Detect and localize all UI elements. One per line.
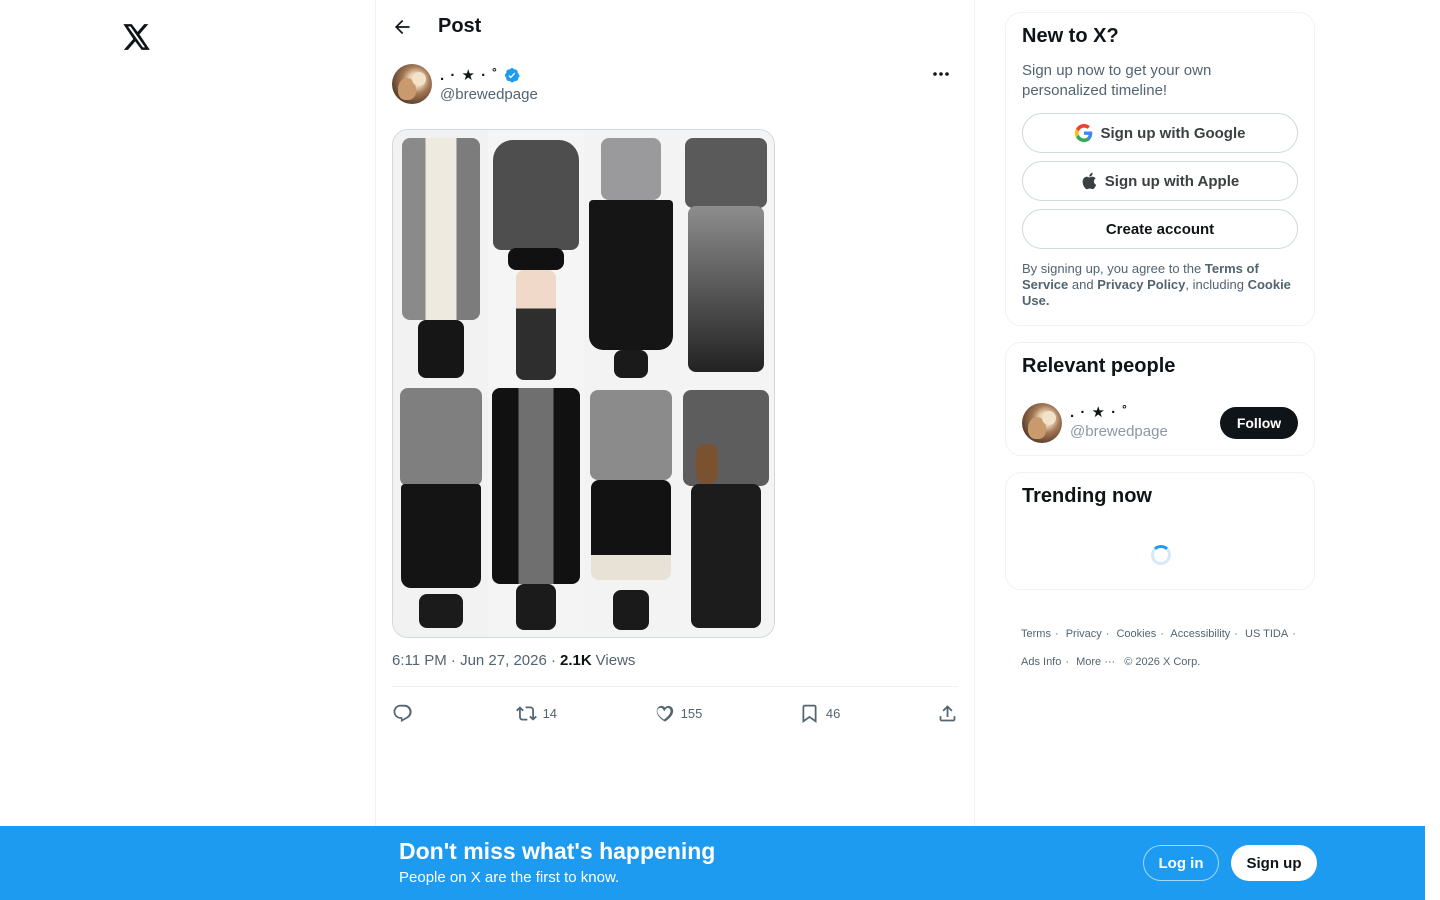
footer-terms-link[interactable]: Terms <box>1021 628 1051 640</box>
outfit-collage-image <box>393 130 774 637</box>
privacy-link[interactable]: Privacy Policy <box>1097 277 1185 292</box>
footer-copyright: © 2026 X Corp. <box>1124 656 1201 668</box>
post-image[interactable] <box>392 129 775 638</box>
repost-icon <box>515 705 537 721</box>
footer-adsinfo-link[interactable]: Ads Info <box>1021 656 1061 668</box>
divider <box>392 686 958 687</box>
footer-cookies-link[interactable]: Cookies <box>1116 628 1156 640</box>
legal-and: and <box>1071 277 1094 292</box>
footer-accessibility-link[interactable]: Accessibility <box>1170 628 1230 640</box>
signup-button[interactable]: Sign up <box>1231 845 1317 881</box>
login-button[interactable]: Log in <box>1143 845 1219 881</box>
x-logo-icon[interactable] <box>121 21 153 53</box>
post-column: Post . · ★ · ˚ @brewedpage 6:11 PM · Jun… <box>375 0 975 900</box>
footer-ustida-link[interactable]: US TIDA <box>1245 628 1288 640</box>
post-author: . · ★ · ˚ @brewedpage <box>392 64 958 108</box>
post-actions: 14 155 46 <box>392 700 958 726</box>
signup-card-subtitle: Sign up now to get your own personalized… <box>1022 62 1212 99</box>
create-account-label: Create account <box>1105 220 1215 238</box>
footer-links: Terms · Privacy · Cookies · Accessibility · … <box>1021 628 1296 668</box>
signup-google-button[interactable]: Sign up with Google <box>1022 113 1298 153</box>
trending-title: Trending now <box>1022 485 1152 507</box>
relevant-people-title: Relevant people <box>1022 355 1176 377</box>
views-label: Views <box>595 651 636 669</box>
banner-title: Don't miss what's happening <box>399 838 716 864</box>
author-display-name[interactable]: . · ★ · ˚ <box>440 66 521 84</box>
signup-card: New to X? Sign up now to get your own pe… <box>1005 12 1315 326</box>
follow-button[interactable]: Follow <box>1220 407 1298 439</box>
repost-button[interactable]: 14 <box>515 703 558 724</box>
reply-icon <box>393 704 412 722</box>
avatar[interactable] <box>1022 403 1062 443</box>
signup-google-label: Sign up with Google <box>1100 124 1246 142</box>
post-meta: 6:11 PM · Jun 27, 2026 · 2.1K Views <box>392 650 635 670</box>
post-header: Post <box>376 0 974 53</box>
signup-apple-label: Sign up with Apple <box>1104 172 1240 190</box>
post-timestamp[interactable]: 6:11 PM · Jun 27, 2026 · <box>392 652 556 669</box>
create-account-button[interactable]: Create account <box>1022 209 1298 249</box>
apple-icon <box>1082 172 1096 190</box>
like-button[interactable]: 155 <box>654 703 703 724</box>
bookmark-icon <box>802 704 817 723</box>
person-handle[interactable]: @brewedpage <box>1070 423 1168 440</box>
heart-icon <box>656 705 673 722</box>
back-arrow-icon[interactable] <box>384 9 420 45</box>
person-display-name[interactable]: . · ★ · ˚ <box>1070 403 1128 421</box>
legal-prefix: By signing up, you agree to the <box>1022 261 1202 276</box>
share-icon <box>939 704 956 721</box>
loading-spinner-icon <box>1151 545 1171 565</box>
signup-banner: Don't miss what's happening People on X … <box>0 826 1425 900</box>
banner-subtitle: People on X are the first to know. <box>399 869 620 886</box>
views-count: 2.1K <box>559 651 592 669</box>
more-options-icon[interactable] <box>924 64 958 84</box>
signup-legal-text: By signing up, you agree to the Terms of… <box>1022 261 1298 309</box>
repost-count: 14 <box>542 705 558 721</box>
signup-card-title: New to X? <box>1022 25 1119 47</box>
footer-privacy-link[interactable]: Privacy <box>1066 628 1102 640</box>
legal-including: , including <box>1185 277 1244 292</box>
author-handle[interactable]: @brewedpage <box>440 86 538 103</box>
verified-badge-icon <box>505 68 521 83</box>
bookmark-count: 46 <box>825 705 841 721</box>
share-button[interactable] <box>937 703 958 724</box>
relevant-people-card: Relevant people . · ★ · ˚ @brewedpage Fo… <box>1005 342 1315 456</box>
signup-apple-button[interactable]: Sign up with Apple <box>1022 161 1298 201</box>
reply-button[interactable] <box>392 703 419 724</box>
google-icon <box>1074 124 1092 142</box>
left-nav <box>0 0 375 900</box>
bookmark-button[interactable]: 46 <box>799 703 840 724</box>
footer-more-link[interactable]: More ··· <box>1076 656 1115 668</box>
author-name-text: . · ★ · ˚ <box>440 67 499 84</box>
like-count: 155 <box>680 705 703 721</box>
avatar[interactable] <box>392 64 432 104</box>
page-title: Post <box>438 15 482 37</box>
trending-card: Trending now <box>1005 472 1315 590</box>
